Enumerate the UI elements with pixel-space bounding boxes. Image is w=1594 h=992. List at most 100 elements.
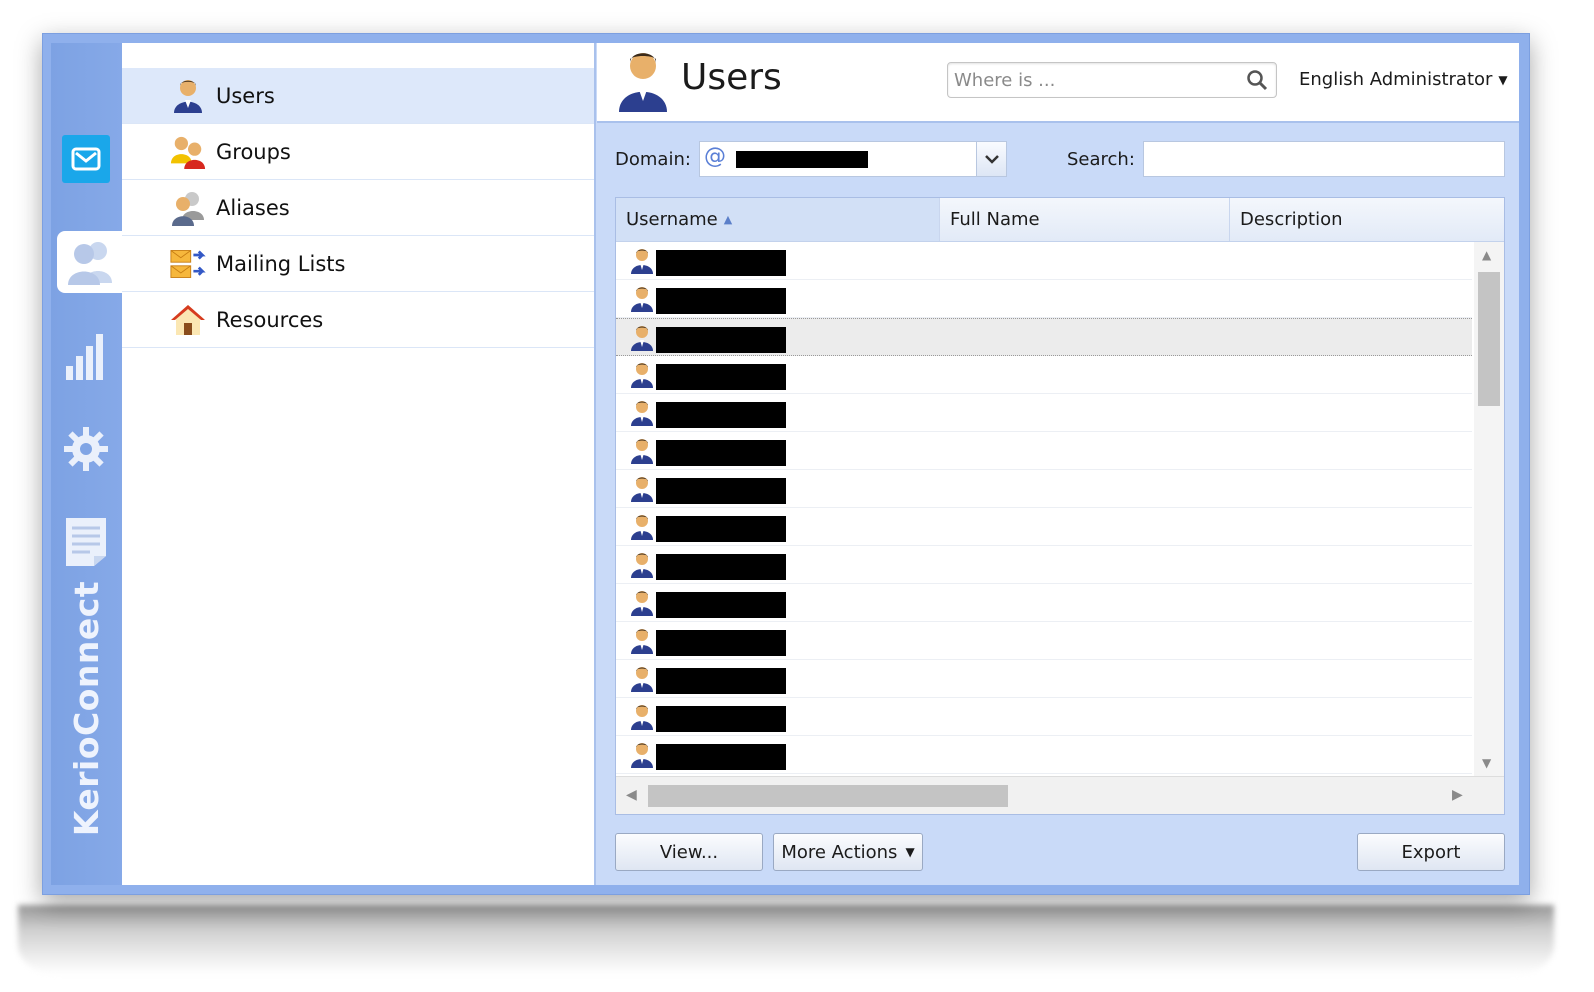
nav-item-aliases[interactable]: Aliases xyxy=(122,180,594,236)
column-label: Description xyxy=(1240,209,1343,230)
column-label: Username xyxy=(626,209,718,230)
chevron-down-icon[interactable] xyxy=(976,142,1006,176)
redacted-username xyxy=(656,440,786,466)
redacted-username xyxy=(656,478,786,504)
redacted-username xyxy=(656,706,786,732)
domain-select[interactable]: @ xyxy=(699,141,1007,177)
window-shadow xyxy=(18,905,1554,975)
table-row[interactable] xyxy=(616,280,1472,318)
scroll-up-icon[interactable]: ▲ xyxy=(1482,248,1491,262)
users-icon[interactable] xyxy=(57,231,123,293)
user-menu[interactable]: English Administrator ▼ xyxy=(1299,69,1508,90)
table-row[interactable] xyxy=(616,394,1472,432)
search-label: Search: xyxy=(1067,149,1135,170)
table-row[interactable] xyxy=(616,584,1472,622)
nav-item-mailing-lists[interactable]: Mailing Lists xyxy=(122,236,594,292)
user-icon xyxy=(630,628,654,654)
table-row[interactable] xyxy=(616,660,1472,698)
redacted-username xyxy=(656,250,786,276)
users-table: Username ▲ Full Name Description ▲ ▼ ◀ ▶ xyxy=(615,197,1505,815)
user-icon xyxy=(630,552,654,578)
redacted-username xyxy=(656,630,786,656)
column-full-name[interactable]: Full Name xyxy=(940,198,1230,241)
table-row[interactable] xyxy=(616,546,1472,584)
mailing-lists-icon xyxy=(170,246,206,282)
statistics-icon[interactable] xyxy=(62,333,110,381)
column-username[interactable]: Username ▲ xyxy=(616,198,940,241)
scroll-thumb[interactable] xyxy=(1478,272,1500,406)
table-row[interactable] xyxy=(616,318,1472,356)
redacted-username xyxy=(656,288,786,314)
redacted-username xyxy=(656,744,786,770)
scroll-down-icon[interactable]: ▼ xyxy=(1482,756,1491,770)
table-row[interactable] xyxy=(616,470,1472,508)
redacted-domain xyxy=(736,151,868,168)
user-menu-label: English Administrator xyxy=(1299,69,1493,90)
domain-label: Domain: xyxy=(615,149,691,170)
sort-ascending-icon: ▲ xyxy=(723,213,733,226)
table-header: Username ▲ Full Name Description xyxy=(616,198,1504,242)
user-icon xyxy=(630,666,654,692)
page-title: Users xyxy=(681,57,782,98)
user-icon xyxy=(630,590,654,616)
scroll-thumb[interactable] xyxy=(648,785,1008,807)
nav-item-label: Resources xyxy=(216,307,324,332)
user-icon xyxy=(630,400,654,426)
table-row[interactable] xyxy=(616,622,1472,660)
section-nav: Users Groups Aliases Mailing Lists Resou… xyxy=(122,43,596,885)
table-row[interactable] xyxy=(616,242,1472,280)
button-label: More Actions xyxy=(781,841,898,863)
table-row[interactable] xyxy=(616,356,1472,394)
user-icon xyxy=(630,514,654,540)
column-description[interactable]: Description xyxy=(1230,198,1504,241)
view-button[interactable]: View... xyxy=(615,833,763,871)
where-is-input[interactable] xyxy=(948,63,1228,97)
nav-item-label: Groups xyxy=(216,139,291,164)
main-panel: Users English Administrator ▼ Domain: @ … xyxy=(597,43,1519,885)
brand-logo: KerioConnect xyxy=(67,580,107,836)
more-actions-button[interactable]: More Actions ▼ xyxy=(773,833,923,871)
groups-icon xyxy=(170,134,206,170)
user-icon xyxy=(630,286,654,312)
scroll-left-icon[interactable]: ◀ xyxy=(626,787,637,803)
table-row[interactable] xyxy=(616,698,1472,736)
where-is-search xyxy=(947,62,1277,98)
vertical-scrollbar[interactable]: ▲ ▼ xyxy=(1474,242,1504,776)
nav-item-label: Aliases xyxy=(216,195,290,220)
search-icon[interactable] xyxy=(1246,69,1268,91)
house-icon xyxy=(170,302,206,338)
column-label: Full Name xyxy=(950,209,1040,230)
search-field xyxy=(1143,141,1505,177)
caret-down-icon: ▼ xyxy=(905,845,915,859)
nav-item-groups[interactable]: Groups xyxy=(122,124,594,180)
logs-icon[interactable] xyxy=(62,518,110,566)
user-icon xyxy=(630,362,654,388)
export-button[interactable]: Export xyxy=(1357,833,1505,871)
user-icon xyxy=(630,476,654,502)
mail-icon[interactable] xyxy=(62,135,110,183)
nav-item-label: Users xyxy=(216,83,275,108)
redacted-username xyxy=(656,402,786,428)
table-row[interactable] xyxy=(616,432,1472,470)
redacted-username xyxy=(656,554,786,580)
nav-item-resources[interactable]: Resources xyxy=(122,292,594,348)
user-icon xyxy=(630,704,654,730)
at-sign-icon: @ xyxy=(704,144,726,169)
user-icon xyxy=(630,742,654,768)
app-window: KerioConnect Users Groups Aliases Mailin… xyxy=(51,43,1519,885)
redacted-username xyxy=(656,364,786,390)
redacted-username xyxy=(656,668,786,694)
search-input[interactable] xyxy=(1144,142,1504,176)
table-row[interactable] xyxy=(616,736,1472,774)
user-icon xyxy=(170,78,206,114)
redacted-username xyxy=(656,516,786,542)
scroll-right-icon[interactable]: ▶ xyxy=(1452,787,1463,803)
nav-item-users[interactable]: Users xyxy=(122,68,594,124)
settings-icon[interactable] xyxy=(62,425,110,473)
aliases-icon xyxy=(170,190,206,226)
horizontal-scrollbar[interactable]: ◀ ▶ xyxy=(616,776,1504,814)
user-icon xyxy=(619,53,667,112)
table-row[interactable] xyxy=(616,508,1472,546)
redacted-username xyxy=(656,592,786,618)
button-label: View... xyxy=(659,841,719,863)
